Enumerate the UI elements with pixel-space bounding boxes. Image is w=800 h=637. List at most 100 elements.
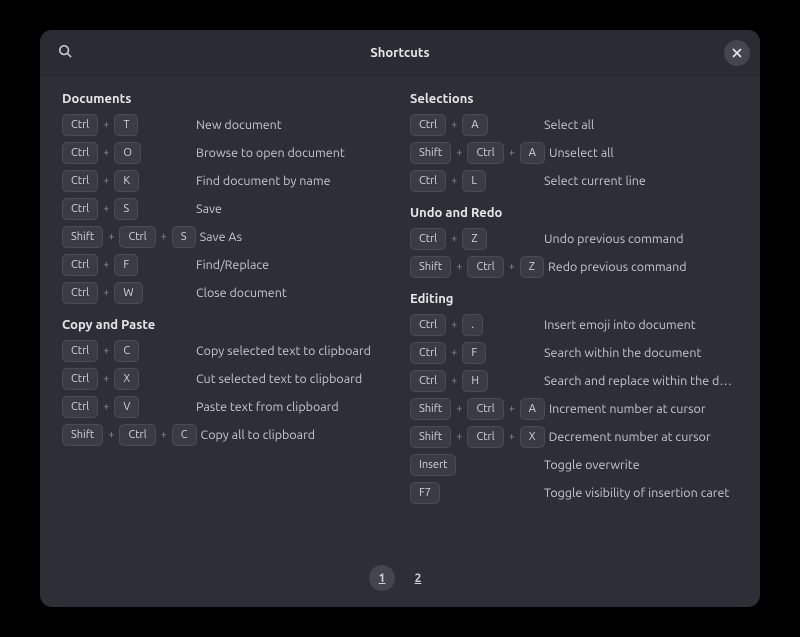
shortcut-keys: Insert [410,454,540,476]
key-cap: Z [462,228,486,250]
key-cap: Ctrl [467,398,503,420]
shortcut-keys: Ctrl+H [410,370,540,392]
key-cap: Shift [410,398,451,420]
shortcut-keys: Shift+Ctrl+Z [410,256,544,278]
key-cap: Ctrl [467,426,503,448]
shortcut-keys: Ctrl + Z [410,228,540,250]
key-plus: + [450,175,458,187]
key-cap: W [114,282,142,304]
key-cap: Shift [62,424,103,446]
shortcut-description: Find document by name [196,174,331,188]
shortcut-keys: Ctrl+L [410,170,540,192]
key-cap: F7 [410,482,440,504]
key-cap: Ctrl [62,170,98,192]
shortcut-row: Shift+Ctrl+AIncrement number at cursor [410,398,738,420]
shortcut-keys: Ctrl+A [410,114,540,136]
key-cap: Ctrl [410,342,446,364]
key-cap: Ctrl [62,198,98,220]
shortcut-description: Find/Replace [196,258,269,272]
key-cap: Ctrl [62,396,98,418]
section-title: Editing [410,292,738,306]
key-cap: Shift [410,256,451,278]
key-cap: Ctrl [410,370,446,392]
shortcut-description: Unselect all [549,146,614,160]
key-plus: + [450,233,458,245]
shortcut-row: F7Toggle visibility of insertion caret [410,482,738,504]
window-title: Shortcuts [40,46,760,60]
key-cap: C [172,424,197,446]
shortcut-keys: Ctrl+O [62,142,192,164]
shortcut-description: New document [196,118,282,132]
page-button[interactable]: 2 [405,565,431,591]
shortcut-keys: Shift+Ctrl+X [410,426,545,448]
shortcut-keys: Ctrl+C [62,340,192,362]
shortcut-keys: Ctrl + X [62,368,192,390]
search-button[interactable] [50,38,80,68]
shortcut-description: Redo previous command [548,260,687,274]
key-cap: Shift [410,426,451,448]
shortcut-row: Ctrl + W Close document [62,282,390,304]
key-plus: + [102,287,110,299]
shortcut-row: Ctrl+LSelect current line [410,170,738,192]
key-cap: Shift [410,142,451,164]
key-cap: Ctrl [119,424,155,446]
section-title: Copy and Paste [62,318,390,332]
shortcut-row: Ctrl+F Find/Replace [62,254,390,276]
shortcut-row: Ctrl+FSearch within the document [410,342,738,364]
key-plus: + [160,231,168,243]
key-cap: Shift [62,226,103,248]
shortcut-row: Ctrl+TNew document [62,114,390,136]
key-plus: + [508,147,516,159]
shortcut-description: Save As [200,230,243,244]
key-cap: Ctrl [410,114,446,136]
key-cap: Ctrl [62,368,98,390]
shortcut-description: Browse to open document [196,146,345,160]
shortcut-row: Ctrl+.Insert emoji into document [410,314,738,336]
key-plus: + [102,175,110,187]
key-cap: Ctrl [62,142,98,164]
key-cap: Ctrl [467,256,503,278]
shortcut-description: Copy selected text to clipboard [196,344,371,358]
shortcut-keys: Shift+Ctrl+S [62,226,196,248]
key-cap: S [114,198,138,220]
shortcut-description: Close document [196,286,287,300]
key-cap: Ctrl [62,282,98,304]
key-plus: + [455,403,463,415]
pager: 12 [40,553,760,607]
shortcut-section: Undo and RedoCtrl+ZUndo previous command… [410,206,738,278]
shortcuts-window: Shortcuts DocumentsCtrl+TNew documentCtr… [40,30,760,607]
key-plus: + [102,203,110,215]
key-cap: C [114,340,139,362]
shortcut-row: Shift+Ctrl+SSave As [62,226,390,248]
key-cap: Ctrl [467,142,503,164]
shortcut-keys: Ctrl+F [62,254,192,276]
key-plus: + [455,431,463,443]
shortcut-section: SelectionsCtrl+ASelect allShift+Ctrl+AUn… [410,92,738,192]
key-plus: + [102,345,110,357]
shortcut-keys: Ctrl + S [62,198,192,220]
shortcut-description: Copy all to clipboard [201,428,316,442]
key-plus: + [160,429,168,441]
shortcut-keys: Ctrl + W [62,282,192,304]
close-button[interactable] [724,40,750,66]
shortcut-description: Save [196,202,222,216]
column: DocumentsCtrl+TNew documentCtrl+OBrowse … [62,92,390,545]
shortcut-row: Ctrl+ZUndo previous command [410,228,738,250]
key-cap: Z [520,256,544,278]
search-icon [58,44,72,62]
page-button[interactable]: 1 [369,565,395,591]
shortcut-section: DocumentsCtrl+TNew documentCtrl+OBrowse … [62,92,390,304]
key-plus: + [102,373,110,385]
section-title: Undo and Redo [410,206,738,220]
key-plus: + [102,259,110,271]
key-cap: O [114,142,141,164]
key-plus: + [455,147,463,159]
key-cap: Ctrl [410,170,446,192]
shortcut-description: Increment number at cursor [549,402,706,416]
key-plus: + [450,375,458,387]
key-cap: X [114,368,139,390]
close-icon [732,44,742,62]
key-plus: + [508,261,516,273]
key-cap: Ctrl [410,228,446,250]
shortcut-description: Select all [544,118,594,132]
